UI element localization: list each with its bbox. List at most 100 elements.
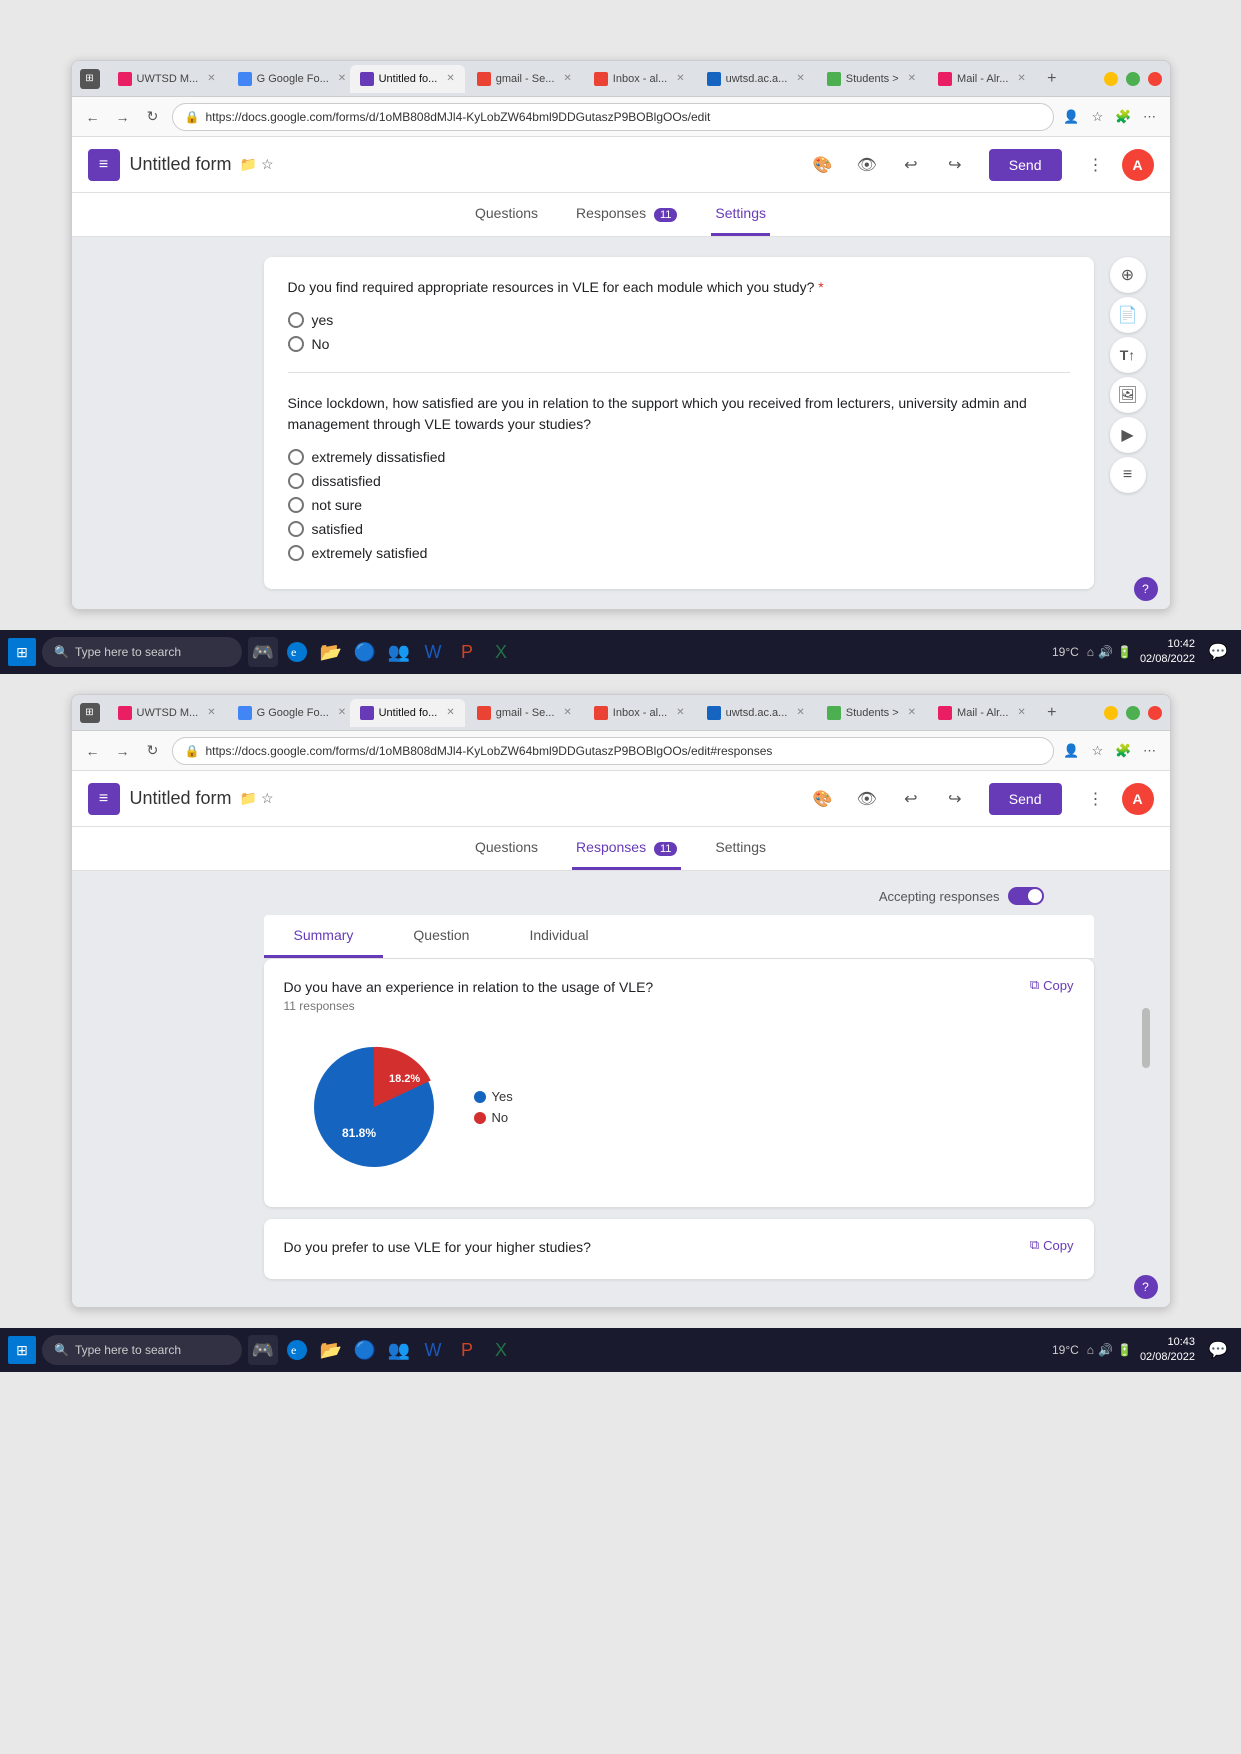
resp-tab-individual[interactable]: Individual: [499, 915, 618, 958]
tab-settings[interactable]: Settings: [711, 193, 770, 236]
help-button-2[interactable]: ?: [1134, 1275, 1158, 1299]
new-tab-button-2[interactable]: +: [1038, 699, 1066, 727]
add-section-btn[interactable]: ≡: [1110, 457, 1146, 493]
forward-button-2[interactable]: →: [112, 740, 134, 762]
radio-yes[interactable]: [288, 312, 304, 328]
tab2-settings[interactable]: Settings: [711, 827, 770, 870]
profile-icon-2[interactable]: 👤: [1062, 741, 1082, 761]
tab-close-icon[interactable]: ✕: [908, 707, 916, 718]
tab-close-icon[interactable]: ✕: [207, 73, 215, 84]
radio-no[interactable]: [288, 336, 304, 352]
redo-icon[interactable]: ↪: [937, 147, 973, 183]
taskbar-app-teams[interactable]: 👥: [384, 637, 414, 667]
tab-close-icon[interactable]: ✕: [796, 707, 804, 718]
tab2-mail[interactable]: Mail - Alr... ✕: [928, 699, 1036, 727]
folder-icon-2[interactable]: 📁: [240, 790, 257, 807]
tab-questions[interactable]: Questions: [471, 193, 542, 236]
tab-close-icon[interactable]: ✕: [338, 73, 346, 84]
tab2-responses[interactable]: Responses 11: [572, 827, 681, 870]
add-title-btn[interactable]: T↑: [1110, 337, 1146, 373]
add-video-btn[interactable]: ▶: [1110, 417, 1146, 453]
send-button-2[interactable]: Send: [989, 783, 1062, 815]
maximize-button-2[interactable]: [1126, 706, 1140, 720]
tab2-inbox[interactable]: Inbox - al... ✕: [584, 699, 695, 727]
taskbar-app2-teams[interactable]: 👥: [384, 1335, 414, 1365]
send-button[interactable]: Send: [989, 149, 1062, 181]
add-image-btn[interactable]: 🖼: [1110, 377, 1146, 413]
tab-mail[interactable]: Mail - Alr... ✕: [928, 65, 1036, 93]
tab2-gmail[interactable]: gmail - Se... ✕: [467, 699, 582, 727]
resp-tab-summary[interactable]: Summary: [264, 915, 384, 958]
tab-google-forms[interactable]: G Google Fo... ✕: [228, 65, 348, 93]
radio-ext-satisfied[interactable]: [288, 545, 304, 561]
tab-close-icon[interactable]: ✕: [563, 73, 571, 84]
url-bar[interactable]: 🔒 https://docs.google.com/forms/d/1oMB80…: [172, 103, 1054, 131]
undo-icon[interactable]: ↩: [893, 147, 929, 183]
resp-tab-question[interactable]: Question: [383, 915, 499, 958]
import-btn[interactable]: 📄: [1110, 297, 1146, 333]
taskbar-app2-1[interactable]: 🎮: [248, 1335, 278, 1365]
maximize-button[interactable]: [1126, 72, 1140, 86]
tab-close-icon[interactable]: ✕: [796, 73, 804, 84]
taskbar-app2-word[interactable]: W: [418, 1335, 448, 1365]
tab-uwtsd[interactable]: UWTSD M... ✕: [108, 65, 226, 93]
tab-close-icon[interactable]: ✕: [446, 707, 454, 718]
redo-icon-2[interactable]: ↪: [937, 781, 973, 817]
taskbar-search-2[interactable]: 🔍 Type here to search: [42, 1335, 242, 1365]
taskbar-app2-edge[interactable]: e: [282, 1335, 312, 1365]
reload-button[interactable]: ↻: [142, 106, 164, 128]
preview-icon-2[interactable]: 👁: [849, 781, 885, 817]
new-tab-button[interactable]: +: [1038, 65, 1066, 93]
start-button-2[interactable]: ⊞: [8, 1336, 36, 1364]
taskbar-app2-3[interactable]: 📂: [316, 1335, 346, 1365]
bookmark-icon[interactable]: ☆: [1088, 107, 1108, 127]
start-button[interactable]: ⊞: [8, 638, 36, 666]
taskbar-app2-ppt[interactable]: P: [452, 1335, 482, 1365]
close-button[interactable]: [1148, 72, 1162, 86]
extensions-icon-2[interactable]: 🧩: [1114, 741, 1134, 761]
extensions-icon[interactable]: 🧩: [1114, 107, 1134, 127]
preview-icon[interactable]: 👁: [849, 147, 885, 183]
radio-not-sure[interactable]: [288, 497, 304, 513]
more-icon[interactable]: ⋯: [1140, 107, 1160, 127]
tab-close-icon[interactable]: ✕: [338, 707, 346, 718]
tab-inbox[interactable]: Inbox - al... ✕: [584, 65, 695, 93]
taskbar-app-ppt[interactable]: P: [452, 637, 482, 667]
customize-icon-2[interactable]: 🎨: [805, 781, 841, 817]
taskbar-app-word[interactable]: W: [418, 637, 448, 667]
taskbar-app-3[interactable]: 📂: [316, 637, 346, 667]
more-options-icon-2[interactable]: ⋮: [1078, 781, 1114, 817]
tab-responses[interactable]: Responses 11: [572, 193, 681, 236]
scrollbar[interactable]: [1142, 1008, 1150, 1068]
taskbar-app-4[interactable]: 🔵: [350, 637, 380, 667]
copy-button-1[interactable]: ⧉ Copy: [1030, 977, 1074, 993]
tab-untitled-form[interactable]: Untitled fo... ✕: [350, 65, 465, 93]
user-avatar[interactable]: A: [1122, 149, 1154, 181]
forward-button[interactable]: →: [112, 106, 134, 128]
close-button-2[interactable]: [1148, 706, 1162, 720]
notification-icon-2[interactable]: 💬: [1203, 1335, 1233, 1365]
back-button-2[interactable]: ←: [82, 740, 104, 762]
more-options-icon[interactable]: ⋮: [1078, 147, 1114, 183]
bookmark-icon-2[interactable]: ☆: [1088, 741, 1108, 761]
tab-close-icon[interactable]: ✕: [908, 73, 916, 84]
add-question-btn[interactable]: ⊕: [1110, 257, 1146, 293]
tab2-uwtsd[interactable]: UWTSD M... ✕: [108, 699, 226, 727]
undo-icon-2[interactable]: ↩: [893, 781, 929, 817]
star-icon[interactable]: ☆: [261, 156, 274, 173]
tab2-untitled-form[interactable]: Untitled fo... ✕: [350, 699, 465, 727]
tab-close-icon[interactable]: ✕: [1017, 707, 1025, 718]
radio-dissatisfied[interactable]: [288, 473, 304, 489]
accepting-toggle[interactable]: [1008, 887, 1044, 905]
radio-ext-dissatisfied[interactable]: [288, 449, 304, 465]
profile-icon[interactable]: 👤: [1062, 107, 1082, 127]
tab-uwtsd-ac[interactable]: uwtsd.ac.a... ✕: [697, 65, 815, 93]
tab-close-icon[interactable]: ✕: [563, 707, 571, 718]
tab-close-icon[interactable]: ✕: [1017, 73, 1025, 84]
tab2-students[interactable]: Students > ✕: [817, 699, 926, 727]
taskbar-app-edge[interactable]: e: [282, 637, 312, 667]
customize-icon[interactable]: 🎨: [805, 147, 841, 183]
taskbar-app2-excel[interactable]: X: [486, 1335, 516, 1365]
reload-button-2[interactable]: ↻: [142, 740, 164, 762]
url-bar-2[interactable]: 🔒 https://docs.google.com/forms/d/1oMB80…: [172, 737, 1054, 765]
